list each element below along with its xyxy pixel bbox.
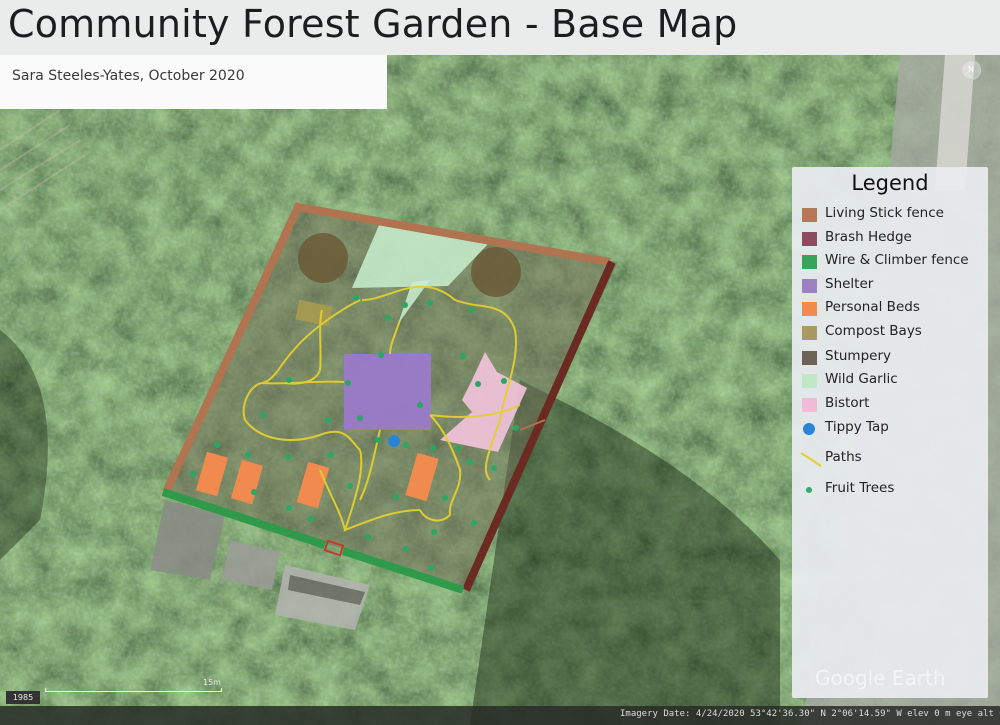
legend-swatch [802, 255, 817, 269]
legend-item-personal-beds: Personal Beds [792, 298, 988, 320]
author-date: Sara Steeles-Yates, October 2020 [12, 68, 245, 84]
legend-title: Legend [851, 171, 929, 195]
legend-item-brash-hedge: Brash Hedge [792, 228, 988, 250]
legend-label: Wire & Climber fence [825, 252, 969, 268]
legend-label: Paths [825, 449, 862, 465]
page-title: Community Forest Garden - Base Map [8, 2, 738, 46]
historical-year-badge[interactable]: 1985 [6, 691, 40, 704]
stumpery-right [471, 247, 521, 297]
legend-item-bistort: Bistort [792, 394, 988, 416]
legend-label: Compost Bays [825, 323, 922, 339]
legend-swatch [802, 351, 817, 365]
legend-swatch [802, 279, 817, 293]
google-earth-watermark: Google Earth [815, 666, 946, 690]
scale-bar [45, 688, 222, 692]
shelter [344, 354, 431, 430]
legend-label: Living Stick fence [825, 205, 944, 221]
legend-label: Personal Beds [825, 299, 920, 315]
legend-dot [806, 487, 812, 493]
legend-label: Stumpery [825, 348, 891, 364]
legend-panel: Legend Living Stick fence Brash Hedge Wi… [792, 167, 988, 698]
legend-dot [803, 423, 815, 435]
legend-item-shelter: Shelter [792, 275, 988, 297]
legend-label: Wild Garlic [825, 371, 898, 387]
legend-swatch [802, 398, 817, 412]
legend-item-wild-garlic: Wild Garlic [792, 370, 988, 392]
legend-item-wire-climber-fence: Wire & Climber fence [792, 251, 988, 273]
legend-path-line [800, 452, 822, 467]
legend-swatch [802, 208, 817, 222]
legend-label: Fruit Trees [825, 480, 895, 496]
legend-item-living-stick-fence: Living Stick fence [792, 204, 988, 226]
legend-label: Shelter [825, 276, 874, 292]
compass-icon[interactable]: N [961, 60, 981, 80]
legend-item-tippy-tap: Tippy Tap [792, 418, 988, 440]
legend-label: Brash Hedge [825, 229, 912, 245]
legend-item-paths: Paths [792, 448, 988, 470]
scale-label: 15m [203, 678, 221, 687]
tippy-tap [388, 435, 400, 447]
legend-swatch [802, 326, 817, 340]
legend-item-stumpery: Stumpery [792, 347, 988, 369]
legend-item-compost-bays: Compost Bays [792, 322, 988, 344]
legend-label: Tippy Tap [825, 419, 889, 435]
legend-swatch [802, 302, 817, 316]
legend-swatch [802, 374, 817, 388]
legend-label: Bistort [825, 395, 870, 411]
status-bar: Imagery Date: 4/24/2020 53°42'36.30" N 2… [0, 706, 1000, 725]
legend-swatch [802, 232, 817, 246]
legend-item-fruit-trees: Fruit Trees [792, 479, 988, 501]
status-text: Imagery Date: 4/24/2020 53°42'36.30" N 2… [620, 709, 1000, 719]
stumpery-left [298, 233, 348, 283]
